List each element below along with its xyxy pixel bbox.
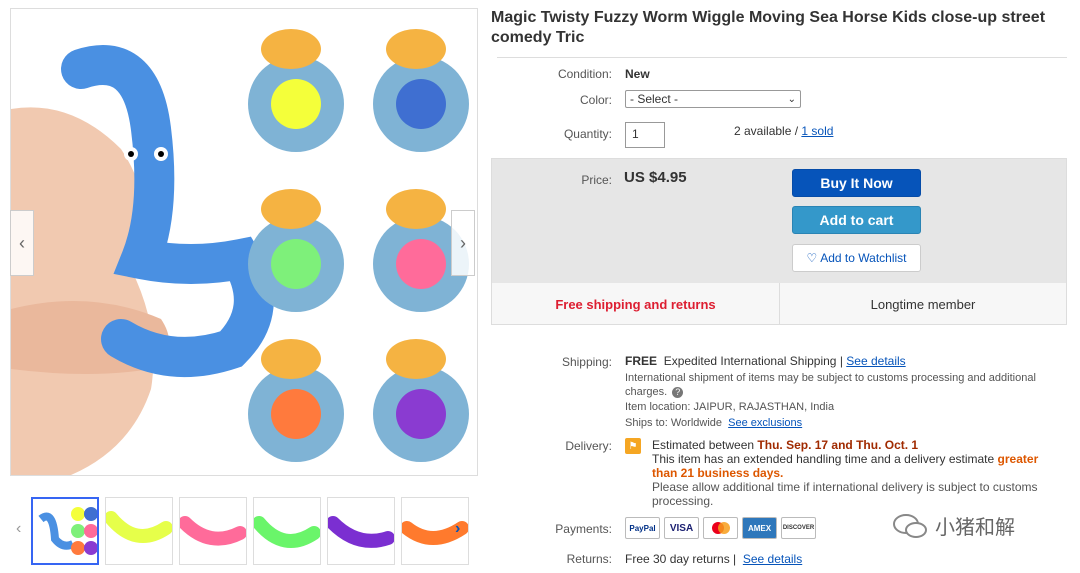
heart-icon: ♡ [806,251,818,265]
thumbnail-image [106,511,172,543]
product-title: Magic Twisty Fuzzy Worm Wiggle Moving Se… [491,9,1046,46]
condition-label: Condition: [557,67,612,81]
divider [497,57,1067,58]
paypal-logo: PayPal [625,517,660,539]
buy-box: Price: US $4.95 Buy It Now Add to cart ♡… [491,158,1067,325]
thumbnail-2[interactable] [105,497,173,565]
price-label: Price: [581,173,612,187]
quantity-input[interactable]: 1 [625,122,665,148]
chevron-down-icon: ⌄ [787,93,796,105]
visa-logo: VISA [664,517,699,539]
shipping-info: FREE Expedited International Shipping | … [625,354,906,368]
ships-to: Ships to: Worldwide See exclusions [625,416,802,430]
chevron-left-icon: ‹ [16,520,22,537]
thumbnail-image [180,516,246,546]
returns-label: Returns: [566,552,612,566]
watchlist-label: Add to Watchlist [820,251,907,265]
payments-label: Payments: [555,522,612,536]
chevron-right-icon: › [460,232,466,253]
returns-info: Free 30 day returns | See details [625,552,802,566]
estimated-prefix: Estimated between [652,438,755,452]
shipping-see-details-link[interactable]: See details [846,354,905,368]
customs-note: International shipment of items may be s… [625,371,1055,399]
price-value: US $4.95 [624,169,687,186]
item-location-label: Item location: [625,401,691,413]
quantity-label: Quantity: [563,127,612,141]
prev-image-button[interactable]: ‹ [10,210,34,276]
returns-text: Free 30 day returns | [625,552,737,566]
thumbnail-image [254,516,320,548]
item-location: Item location: JAIPUR, RAJASTHAN, India [625,400,834,414]
payment-logos: PayPal VISA AMEX DISCOVER [625,517,816,539]
wechat-icon [893,513,927,538]
customs-note-text: International shipment of items may be s… [625,372,1036,398]
condition-value: New [625,67,650,81]
free-shipping-returns: Free shipping and returns [492,283,780,325]
chevron-left-icon: ‹ [19,232,25,253]
main-product-image[interactable] [10,8,478,476]
availability: 2 available / 1 sold [734,124,833,138]
shipping-free: FREE [625,354,658,368]
next-image-button[interactable]: › [451,210,475,276]
allow-note: Please allow additional time if internat… [652,480,1038,508]
amex-logo: AMEX [742,517,777,539]
mastercard-logo [703,517,738,539]
longtime-member: Longtime member [870,296,976,312]
returns-see-details-link[interactable]: See details [743,552,802,566]
mastercard-icon [711,522,730,534]
shipping-label: Shipping: [561,355,612,369]
thumbnail-image [328,516,394,548]
ships-to-label: Ships to: [625,417,668,429]
thumbs-next-button[interactable]: › [455,520,460,538]
discover-logo: DISCOVER [781,517,816,539]
thumbnail-5[interactable] [327,497,395,565]
delivery-info: Estimated between Thu. Sep. 17 and Thu. … [652,438,1062,508]
watermark-text: 小猪和解 [935,517,1015,539]
help-icon[interactable]: ? [672,386,684,398]
thumbnail-4[interactable] [253,497,321,565]
buy-it-now-button[interactable]: Buy It Now [792,169,921,197]
estimated-dates: Thu. Sep. 17 and Thu. Oct. 1 [757,438,919,452]
ships-to-value: Worldwide [670,417,723,429]
add-to-watchlist-button[interactable]: ♡ Add to Watchlist [792,244,921,272]
thumbs-prev-button[interactable]: ‹ [16,520,21,538]
delivery-label: Delivery: [565,439,612,453]
available-text: 2 available / [734,124,799,138]
handling-text: This item has an extended handling time … [652,452,995,466]
worm-product-photo [11,9,477,475]
chevron-right-icon: › [455,520,461,537]
thumbnail-1[interactable] [31,497,99,565]
see-exclusions-link[interactable]: See exclusions [728,417,802,429]
thumbnail-image [33,499,97,563]
add-to-cart-button[interactable]: Add to cart [792,206,921,234]
watermark: 小猪和解 [893,511,1015,540]
sold-link[interactable]: 1 sold [801,124,833,138]
color-select-value: - Select - [630,92,679,106]
color-select[interactable]: - Select - ⌄ [625,90,801,108]
color-label: Color: [579,93,612,107]
thumbnail-3[interactable] [179,497,247,565]
flag-icon: ⚑ [625,438,641,454]
shipping-method: Expedited International Shipping | [663,354,843,368]
thumbnail-strip [31,495,469,567]
item-location-value: JAIPUR, RAJASTHAN, India [693,401,835,413]
